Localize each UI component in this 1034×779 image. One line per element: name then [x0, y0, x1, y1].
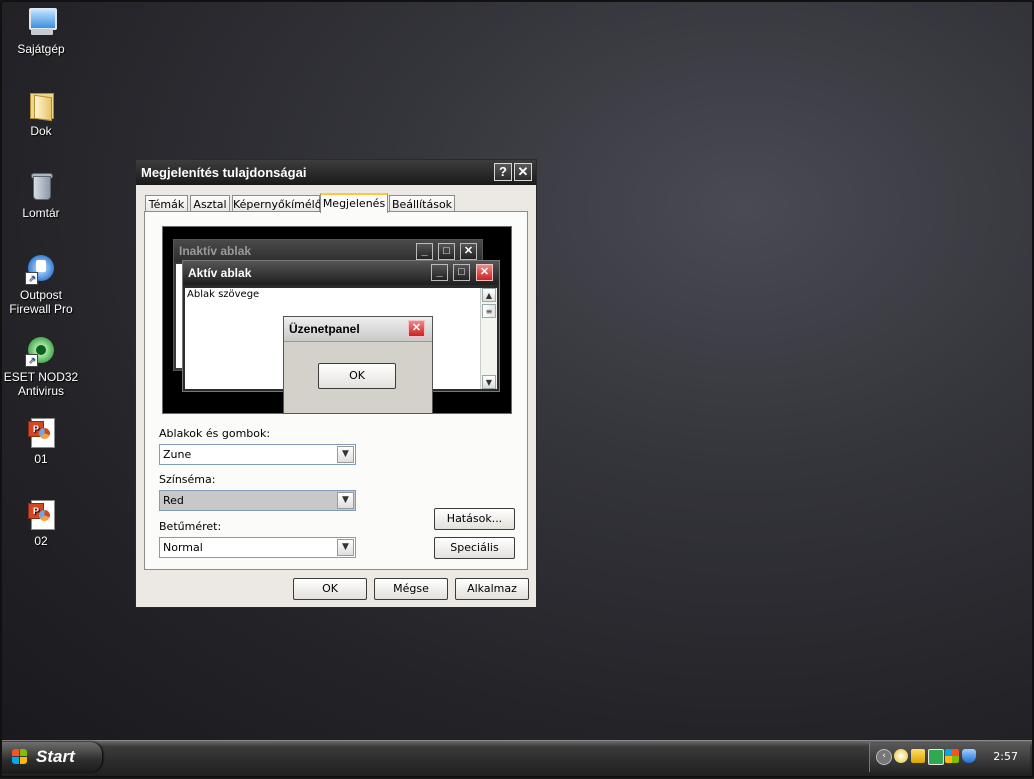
- start-button[interactable]: Start: [0, 742, 102, 772]
- color-scheme-label: Színséma:: [159, 473, 216, 486]
- window-text-sample: Ablak szövege: [187, 289, 260, 300]
- desktop-icon-recycle-bin[interactable]: Lomtár: [0, 170, 82, 220]
- effects-button[interactable]: Hatások...: [434, 508, 515, 530]
- close-icon: ✕: [476, 264, 493, 281]
- windows-buttons-select[interactable]: Zune ▼: [159, 444, 356, 465]
- minimize-icon: _: [416, 243, 433, 260]
- presentation-file-icon: P: [25, 498, 57, 530]
- desktop: Sajátgép Dok Lomtár ↗ Outpost Firewall P…: [0, 0, 1034, 740]
- system-tray: ‹ 2:57: [869, 742, 1030, 772]
- eset-tray-icon[interactable]: [894, 749, 908, 763]
- maximize-icon: □: [438, 243, 455, 260]
- advanced-button[interactable]: Speciális: [434, 537, 515, 559]
- presentation-file-icon: P: [25, 416, 57, 448]
- network-icon[interactable]: [945, 749, 959, 763]
- close-button[interactable]: ✕: [514, 163, 532, 181]
- tab-themes[interactable]: Témák: [145, 195, 188, 212]
- active-window-title: Aktív ablak: [188, 266, 252, 280]
- tab-desktop[interactable]: Asztal: [190, 195, 230, 212]
- clock[interactable]: 2:57: [993, 742, 1018, 772]
- tray-expand-icon[interactable]: ‹: [876, 749, 892, 765]
- my-computer-icon: [25, 6, 57, 38]
- desktop-icon-01[interactable]: P 01: [0, 416, 82, 466]
- outpost-firewall-icon: ↗: [25, 252, 57, 285]
- desktop-icon-label: 02: [34, 534, 48, 548]
- desktop-icon-label: Outpost Firewall Pro: [9, 288, 73, 316]
- appearance-panel: Inaktív ablak _ □ ✕ Aktív ablak _ □ ✕ Ab…: [144, 211, 528, 570]
- cancel-button[interactable]: Mégse: [374, 578, 448, 600]
- desktop-icon-label: Sajátgép: [17, 42, 65, 56]
- apply-button[interactable]: Alkalmaz: [455, 578, 529, 600]
- dialog-titlebar[interactable]: Megjelenítés tulajdonságai ? ✕: [136, 160, 536, 185]
- color-scheme-value: Red: [163, 494, 184, 507]
- desktop-icon-02[interactable]: P 02: [0, 498, 82, 548]
- maximize-icon: □: [453, 264, 470, 281]
- windows-logo-icon: [12, 749, 28, 765]
- tab-screensaver[interactable]: Képernyőkímélő: [232, 195, 321, 212]
- tab-settings[interactable]: Beállítások: [389, 195, 455, 212]
- dialog-title: Megjelenítés tulajdonságai: [141, 165, 307, 180]
- desktop-icon-label: 01: [34, 452, 48, 466]
- windows-buttons-label: Ablakok és gombok:: [159, 427, 271, 440]
- desktop-icon-eset[interactable]: ↗ ESET NOD32 Antivirus: [0, 334, 82, 398]
- outpost-tray-icon[interactable]: [928, 749, 944, 765]
- chevron-down-icon[interactable]: ▼: [337, 539, 354, 556]
- desktop-icon-dok[interactable]: Dok: [0, 88, 82, 138]
- font-size-select[interactable]: Normal ▼: [159, 537, 356, 558]
- minimize-icon: _: [431, 264, 448, 281]
- desktop-icon-label: Dok: [30, 124, 52, 138]
- scroll-up-icon: ▲: [482, 288, 496, 302]
- message-box-title: Üzenetpanel: [289, 322, 360, 336]
- windows-buttons-value: Zune: [163, 448, 192, 461]
- scroll-thumb: ≡: [482, 304, 496, 318]
- desktop-icon-outpost[interactable]: ↗ Outpost Firewall Pro: [0, 252, 82, 316]
- tab-appearance[interactable]: Megjelenés: [320, 193, 388, 213]
- appearance-preview: Inaktív ablak _ □ ✕ Aktív ablak _ □ ✕ Ab…: [162, 226, 512, 414]
- close-icon: ✕: [460, 243, 477, 260]
- message-ok-button: OK: [318, 363, 396, 389]
- shield-icon[interactable]: [962, 749, 976, 763]
- ok-button[interactable]: OK: [293, 578, 367, 600]
- font-size-label: Betűméret:: [159, 520, 222, 533]
- preview-active-window: Aktív ablak _ □ ✕ Ablak szövege ▲ ≡ ▼ Üz…: [182, 260, 500, 414]
- desktop-icon-my-computer[interactable]: Sajátgép: [0, 6, 82, 56]
- start-label: Start: [36, 747, 75, 766]
- chevron-down-icon[interactable]: ▼: [337, 492, 354, 509]
- font-size-value: Normal: [163, 541, 203, 554]
- inactive-window-title: Inaktív ablak: [179, 244, 252, 258]
- help-button[interactable]: ?: [494, 163, 512, 181]
- color-scheme-select[interactable]: Red ▼: [159, 490, 356, 511]
- eset-antivirus-icon: ↗: [25, 334, 57, 367]
- chevron-down-icon[interactable]: ▼: [337, 446, 354, 463]
- preview-message-box: Üzenetpanel ✕ OK: [283, 316, 433, 414]
- desktop-icon-label: Lomtár: [22, 206, 60, 220]
- taskbar: Start ‹ 2:57: [0, 740, 1034, 779]
- preview-scrollbar: ▲ ≡ ▼: [480, 288, 497, 389]
- display-properties-dialog: Megjelenítés tulajdonságai ? ✕ Témák Asz…: [135, 159, 537, 608]
- security-warning-icon[interactable]: [911, 749, 925, 763]
- close-icon: ✕: [408, 320, 425, 337]
- folder-icon: [25, 88, 57, 122]
- scroll-down-icon: ▼: [482, 375, 496, 389]
- desktop-icon-label: ESET NOD32 Antivirus: [3, 370, 79, 398]
- recycle-bin-icon: [25, 170, 57, 202]
